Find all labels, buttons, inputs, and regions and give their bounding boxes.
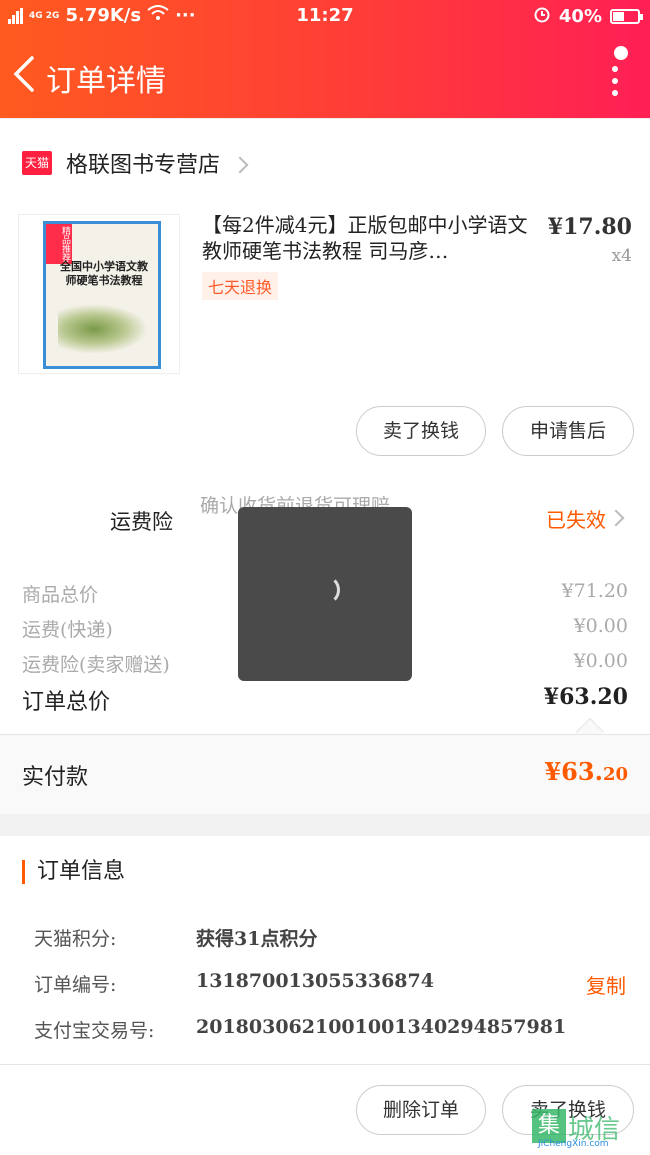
alipay-trade-number: 2018030621001001340294857981 bbox=[196, 1016, 567, 1038]
notification-dot bbox=[614, 46, 628, 60]
paid-amount-row: 实付款 ¥63.20 bbox=[0, 734, 650, 814]
status-bar: 4G 2G 5.79K/s ··· 11:27 40% bbox=[0, 0, 650, 32]
order-info-heading: 订单信息 bbox=[22, 860, 125, 884]
info-label: 支付宝交易号: bbox=[34, 1020, 155, 1042]
chevron-left-icon bbox=[13, 56, 34, 92]
delete-order-button[interactable]: 删除订单 bbox=[356, 1085, 486, 1135]
order-total-value: ¥63.20 bbox=[543, 684, 628, 710]
product-quantity: x4 bbox=[611, 246, 632, 266]
loading-overlay bbox=[238, 507, 412, 681]
product-title[interactable]: 【每2件减4元】正版包邮中小学语文教师硬笔书法教程 司马彦… bbox=[202, 212, 540, 264]
return-policy-badge: 七天退换 bbox=[202, 272, 279, 300]
paid-label: 实付款 bbox=[22, 765, 89, 790]
battery-icon bbox=[610, 9, 643, 24]
cover-title: 全国中小学语文教师硬笔书法教程 bbox=[60, 260, 148, 287]
chevron-right-icon bbox=[607, 509, 625, 527]
chevron-right-icon bbox=[231, 156, 249, 174]
summary-value: ¥71.20 bbox=[561, 580, 628, 602]
watermark-en: JiChengXin.com bbox=[538, 1139, 609, 1149]
order-info-section: 订单信息 天猫积分: 获得31点积分 订单编号: 131870013055336… bbox=[0, 836, 650, 1064]
info-label: 天猫积分: bbox=[34, 928, 117, 950]
order-number: 1318700130553368​74 bbox=[196, 970, 434, 992]
back-button[interactable] bbox=[10, 54, 44, 94]
battery-percent: 40% bbox=[558, 6, 602, 27]
site-watermark: 集 城信 JiChengXin.com bbox=[532, 1109, 646, 1149]
after-sale-button[interactable]: 申请售后 bbox=[502, 406, 634, 456]
freight-insurance-label: 运费险 bbox=[110, 510, 173, 534]
more-menu-button[interactable] bbox=[600, 46, 630, 106]
alarm-icon bbox=[533, 5, 551, 28]
cover-illustration bbox=[58, 304, 148, 354]
paid-value-int: ¥63. bbox=[544, 757, 603, 786]
watermark-badge: 集 bbox=[532, 1109, 566, 1143]
copy-button[interactable]: 复制 bbox=[586, 970, 626, 999]
page-title: 订单详情 bbox=[46, 64, 166, 99]
store-name[interactable]: 格联图书专营店 bbox=[66, 147, 220, 179]
summary-value: ¥0.00 bbox=[573, 650, 628, 672]
product-price: ¥17.80 bbox=[547, 214, 632, 240]
spinner-icon bbox=[310, 575, 340, 605]
summary-label: 商品总价 bbox=[22, 584, 99, 606]
tmall-logo: 天猫 bbox=[22, 151, 52, 175]
cover-tag: 精品推荐 bbox=[46, 224, 72, 264]
info-value: 获得31点积分 bbox=[196, 928, 318, 950]
order-total-label: 订单总价 bbox=[22, 690, 111, 715]
paid-value-dec: 20 bbox=[602, 764, 628, 785]
info-label: 订单编号: bbox=[34, 974, 117, 996]
summary-value: ¥0.00 bbox=[573, 615, 628, 637]
paid-value: ¥63.20 bbox=[544, 757, 628, 786]
sell-button[interactable]: 卖了换钱 bbox=[356, 406, 486, 456]
summary-label: 运费(快递) bbox=[22, 619, 113, 641]
product-card: 精品推荐 全国中小学语文教师硬笔书法教程 【每2件减4元】正版包邮中小学语文教师… bbox=[0, 196, 650, 476]
freight-insurance-status: 已失效 bbox=[546, 508, 606, 532]
app-header: 4G 2G 5.79K/s ··· 11:27 40% 订单详情 bbox=[0, 0, 650, 118]
product-image[interactable]: 精品推荐 全国中小学语文教师硬笔书法教程 bbox=[18, 214, 180, 374]
summary-label: 运费险(卖家赠送) bbox=[22, 654, 170, 676]
